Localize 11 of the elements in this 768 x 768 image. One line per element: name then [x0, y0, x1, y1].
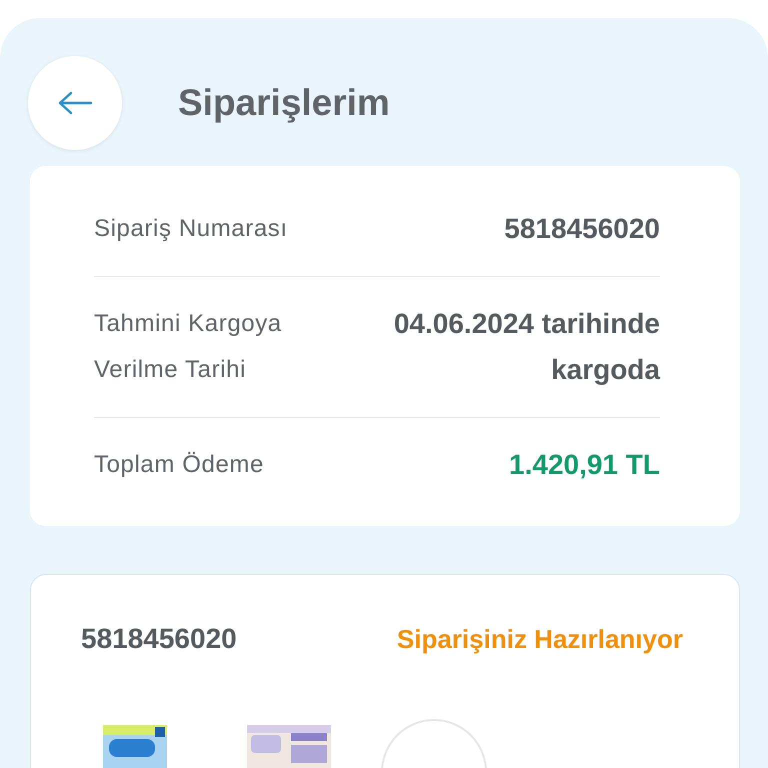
page-title: Siparişlerim: [178, 82, 390, 124]
total-amount: 1.420,91 TL: [508, 448, 660, 482]
summary-value: 5818456020: [503, 212, 660, 246]
summary-label: Tahmini Kargoya Verilme Tarihi: [94, 309, 283, 385]
order-number: 5818456020: [81, 623, 237, 655]
summary-label: Sipariş Numarası: [94, 214, 289, 244]
summary-value: 04.06.2024 tarihinde kargoda: [392, 307, 660, 387]
order-status: Siparişiniz Hazırlanıyor: [396, 624, 683, 654]
summary-label: Toplam Ödeme: [94, 450, 265, 480]
order-card[interactable]: 5818456020 Siparişiniz Hazırlanıyor: [30, 574, 740, 768]
back-arrow-icon: [57, 91, 93, 115]
